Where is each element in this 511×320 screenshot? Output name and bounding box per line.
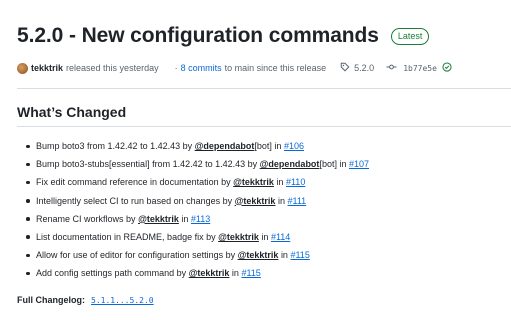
pull-request-link[interactable]: #107 [349,159,369,169]
pull-request-link[interactable]: #114 [271,232,290,242]
list-item: List documentation in README, badge fix … [24,228,369,246]
header-divider [17,88,511,89]
change-text: Rename CI workflows by [36,213,136,224]
release-meta: tekktrik released this yesterday · 8 com… [17,62,452,74]
change-text: List documentation in README, badge fix … [36,231,216,242]
pull-request-link[interactable]: #106 [284,141,304,151]
change-after-text: [bot] in [319,159,347,170]
whats-changed-heading: What’s Changed [17,104,127,120]
section-divider [17,126,511,127]
full-changelog: Full Changelog: 5.1.1...5.2.0 [17,295,154,305]
pull-request-link[interactable]: #113 [191,214,210,224]
change-text: Intelligently select CI to run based on … [36,195,233,206]
commits-suffix: to main since this release [224,63,327,73]
user-mention-link[interactable]: @tekktrik [238,250,279,260]
user-mention-link[interactable]: @tekktrik [189,268,230,278]
list-item: Fix edit command reference in documentat… [24,173,369,191]
full-changelog-label: Full Changelog: [17,295,85,305]
change-text: Fix edit command reference in documentat… [36,177,231,188]
change-after-text: in [181,213,189,224]
user-mention-link[interactable]: @dependabot [195,141,255,151]
change-after-text: [bot] in [254,141,282,151]
change-after-text: in [261,231,269,242]
pull-request-link[interactable]: #115 [290,250,309,260]
avatar[interactable] [17,62,28,74]
release-page: 5.2.0 - New configuration commands Lates… [0,0,511,320]
change-text: Allow for use of editor for configuratio… [36,250,236,261]
user-mention-link[interactable]: @dependabot [260,159,320,169]
list-item: Allow for use of editor for configuratio… [24,246,369,264]
pull-request-link[interactable]: #110 [286,177,305,187]
user-mention-link[interactable]: @tekktrik [233,177,274,187]
tag-icon [340,62,350,74]
list-item: Rename CI workflows by @tekktrik in #113 [24,210,369,228]
change-text: Bump boto3 from 1.42.42 to 1.42.43 by [36,141,193,151]
change-after-text: in [280,250,288,261]
pull-request-link[interactable]: #115 [241,268,260,278]
commits-dot: · [174,63,178,73]
list-item: Bump boto3 from 1.42.42 to 1.42.43 by @d… [24,137,369,155]
full-changelog-link[interactable]: 5.1.1...5.2.0 [91,296,154,305]
changes-list: Bump boto3 from 1.42.42 to 1.42.43 by @d… [24,137,369,283]
release-header: 5.2.0 - New configuration commands Lates… [17,24,430,48]
list-item: Add config settings path command by @tek… [24,264,369,282]
change-text: Bump boto3-stubs[essential] from 1.42.42… [36,159,258,170]
change-after-text: in [276,177,284,188]
commits-link[interactable]: 8 commits [181,63,222,73]
user-mention-link[interactable]: @tekktrik [218,232,259,242]
git-commit-icon [386,62,397,74]
change-after-text: in [231,268,239,279]
release-title: 5.2.0 - New configuration commands [17,24,379,47]
released-text: released this yesterday [66,63,159,73]
user-mention-link[interactable]: @tekktrik [138,214,179,224]
author-link[interactable]: tekktrik [31,63,63,73]
change-after-text: in [277,195,285,206]
tag-link[interactable]: 5.2.0 [354,63,374,73]
user-mention-link[interactable]: @tekktrik [235,196,276,206]
pull-request-link[interactable]: #111 [287,196,306,206]
change-text: Add config settings path command by [36,268,187,279]
check-circle-icon [442,62,452,74]
list-item: Intelligently select CI to run based on … [24,192,369,210]
commit-sha-link[interactable]: 1b77e5e [403,64,437,73]
latest-badge: Latest [390,27,430,45]
list-item: Bump boto3-stubs[essential] from 1.42.42… [24,155,369,173]
